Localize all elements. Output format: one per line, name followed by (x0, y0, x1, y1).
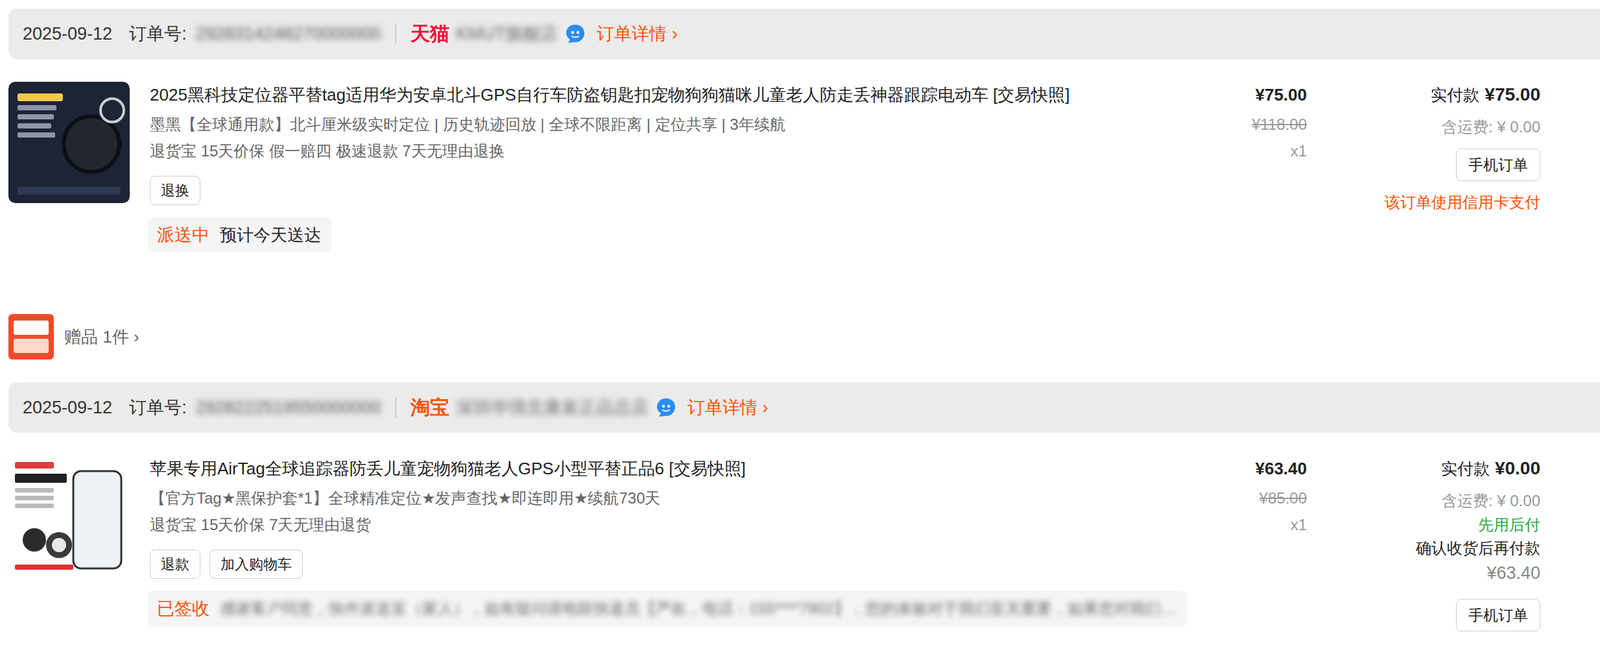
price-column: ¥63.40 ¥85.00 x1 (1177, 455, 1307, 579)
price-column: ¥75.00 ¥118.00x1 (1177, 81, 1307, 205)
order-number-label: 订单号: (129, 395, 187, 419)
delivery-status: 已签收感谢客户同意，快件派送至（家人），如有疑问请电联快递员【严欢，电话：155… (147, 590, 1187, 626)
chat-icon[interactable] (655, 396, 678, 419)
order-date: 2025-09-12 (22, 397, 113, 418)
order-detail-link[interactable]: 订单详情 › (687, 395, 769, 419)
order-list: 2025-09-12 订单号: 2928314246270000000 天猫KMUT旗… (0, 0, 1600, 645)
item-quantity: x1 (1177, 139, 1307, 163)
order-header: 2025-09-12 订单号: 2928222519550000000 淘宝深圳华强北… (8, 382, 1600, 433)
order-number-label: 订单号: (129, 22, 187, 46)
item-info: 苹果专用AirTag全球追踪器防丢儿童宠物狗猫老人GPS小型平替正品6 [交易快… (149, 455, 1158, 579)
item-price: ¥63.40 (1177, 455, 1307, 482)
item-title[interactable]: 2025黑科技定位器平替tag适用华为安卓北斗GPS自行车防盗钥匙扣宠物狗狗猫咪… (149, 81, 1158, 108)
gift-row[interactable]: 赠品 1件 › (8, 313, 140, 360)
order-number: 2928314246270000000 (195, 23, 381, 45)
item-services: 退货宝 15天价保 7天无理由退货 (149, 513, 1158, 537)
platform-name: 淘宝 (410, 394, 450, 421)
order-card: 2025-09-12 订单号: 2928222519550000000 淘宝深圳华强北… (0, 382, 1600, 632)
order-main: 苹果专用AirTag全球追踪器防丢儿童宠物狗猫老人GPS小型平替正品6 [交易快… (8, 455, 1307, 632)
item-row: 苹果专用AirTag全球追踪器防丢儿童宠物狗猫老人GPS小型平替正品6 [交易快… (8, 455, 1307, 579)
order-header: 2025-09-12 订单号: 2928314246270000000 天猫KMUT旗… (8, 8, 1600, 60)
order-main: 2025黑科技定位器平替tag适用华为安卓北斗GPS自行车防盗钥匙扣宠物狗狗猫咪… (8, 81, 1307, 360)
order-body: 2025黑科技定位器平替tag适用华为安卓北斗GPS自行车防盗钥匙扣宠物狗狗猫咪… (0, 59, 1600, 360)
item-action-button[interactable]: 加入购物车 (209, 549, 303, 579)
payment-column: 实付款¥75.00 含运费: ¥ 0.00 手机订单该订单使用信用卡支付 (1306, 81, 1541, 360)
order-date: 2025-09-12 (22, 23, 113, 45)
item-original-price: ¥85.00 (1177, 486, 1307, 510)
platform-name: 天猫 (410, 20, 450, 48)
item-spec: 墨黑【全球通用款】北斗厘米级实时定位 | 历史轨迹回放 | 全球不限距离 | 定… (149, 112, 1158, 137)
payment-note: ¥63.40 (1486, 561, 1541, 585)
item-actions: 退换 (149, 175, 1158, 205)
status-label: 已签收 (156, 596, 210, 621)
order-card: 2025-09-12 订单号: 2928314246270000000 天猫KMUT旗… (0, 8, 1600, 360)
item-spec: 【官方Tag★黑保护套*1】全球精准定位★发声查找★即连即用★续航730天 (149, 486, 1158, 510)
delivery-status: 派送中预计今天送达 (147, 216, 332, 253)
gift-image-icon (8, 313, 54, 360)
item-row: 2025黑科技定位器平替tag适用华为安卓北斗GPS自行车防盗钥匙扣宠物狗狗猫咪… (8, 81, 1307, 205)
item-info: 2025黑科技定位器平替tag适用华为安卓北斗GPS自行车防盗钥匙扣宠物狗狗猫咪… (149, 81, 1158, 205)
separator (394, 396, 397, 418)
product-image[interactable] (8, 81, 130, 203)
order-number: 2928222519550000000 (195, 397, 381, 418)
payment-note: 确认收货后再付款 (1415, 537, 1541, 560)
item-original-price: ¥118.00 (1177, 112, 1307, 137)
shop-name[interactable]: KMUT旗舰店 (455, 22, 559, 46)
item-action-button[interactable]: 退换 (149, 175, 201, 205)
payment-note: 先用后付 (1478, 513, 1541, 536)
payment-note: 该订单使用信用卡支付 (1384, 191, 1541, 213)
status-label: 派送中 (156, 223, 210, 247)
order-body: 苹果专用AirTag全球追踪器防丢儿童宠物狗猫老人GPS小型平替正品6 [交易快… (0, 432, 1600, 632)
payment-column: 实付款¥0.00 含运费: ¥ 0.00先用后付确认收货后再付款¥63.40 手机订… (1306, 455, 1541, 632)
shipping-fee: 含运费: ¥ 0.00 (1441, 489, 1541, 513)
chat-icon[interactable] (564, 22, 587, 45)
shop-name[interactable]: 深圳华强北康泉正品总店 (455, 395, 649, 419)
item-title[interactable]: 苹果专用AirTag全球追踪器防丢儿童宠物狗猫老人GPS小型平替正品6 [交易快… (149, 455, 1158, 482)
item-quantity: x1 (1177, 513, 1307, 537)
shipping-fee: 含运费: ¥ 0.00 (1441, 115, 1541, 139)
mobile-order-button[interactable]: 手机订单 (1456, 598, 1541, 632)
item-services: 退货宝 15天价保 假一赔四 极速退款 7天无理由退换 (149, 139, 1158, 163)
item-action-button[interactable]: 退款 (149, 549, 201, 579)
paid-amount: 实付款¥75.00 (1430, 81, 1541, 111)
mobile-order-button[interactable]: 手机订单 (1456, 148, 1541, 181)
separator (394, 23, 397, 45)
item-actions: 退款加入购物车 (149, 549, 1158, 579)
paid-amount: 实付款¥0.00 (1441, 455, 1541, 484)
order-detail-link[interactable]: 订单详情 › (596, 22, 678, 46)
item-price: ¥75.00 (1177, 81, 1307, 108)
status-text: 感谢客户同意，快件派送至（家人），如有疑问请电联快递员【严欢，电话：155***… (219, 596, 1177, 621)
status-text: 预计今天送达 (219, 223, 322, 247)
gift-label[interactable]: 赠品 1件 › (64, 325, 140, 349)
product-image[interactable] (8, 455, 130, 577)
